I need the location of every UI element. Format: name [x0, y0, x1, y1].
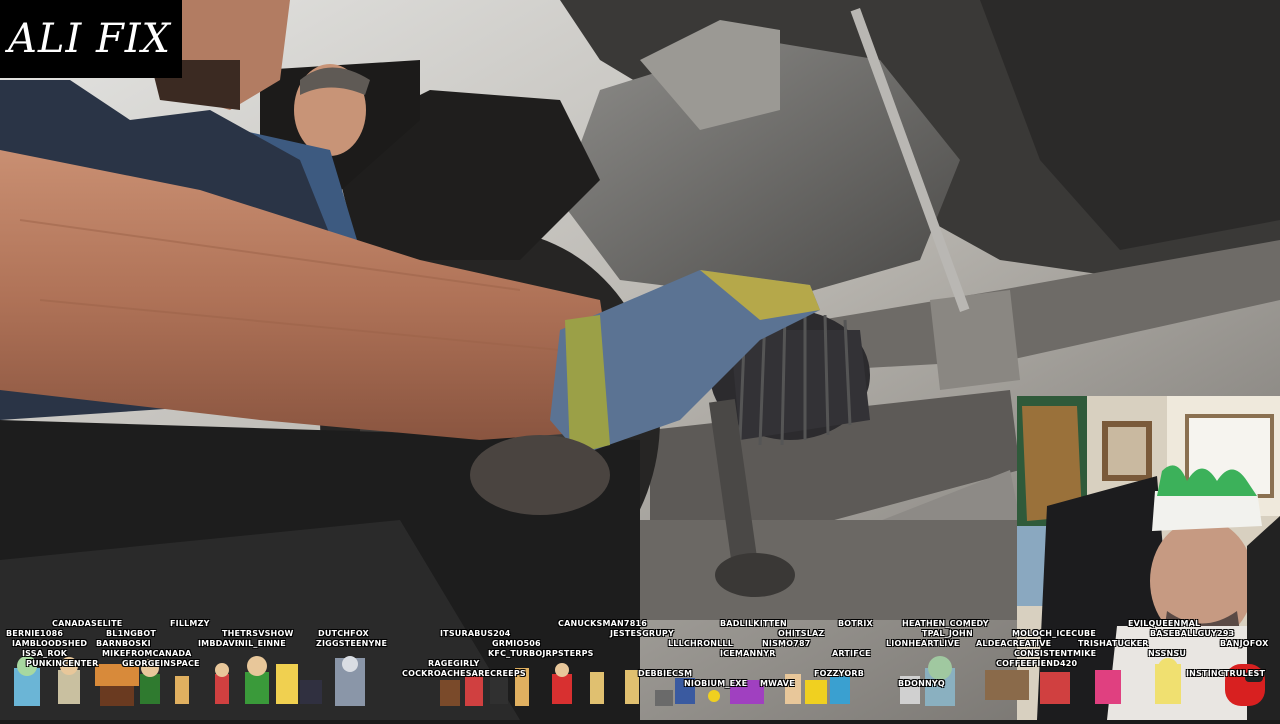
- chat-username: KFC_TURBOJRPSTERPS: [488, 649, 594, 658]
- chat-username: BOTRIX: [838, 619, 873, 628]
- chat-username: BADLILKITTEN: [720, 619, 787, 628]
- chat-username: DEBBIECSM: [638, 669, 693, 678]
- chat-username: ISSA_ROK: [22, 649, 68, 658]
- chat-username: FILLMZY: [170, 619, 210, 628]
- chat-username: EVILQUEENMAL: [1128, 619, 1201, 628]
- chat-username: HEATHEN_COMEDY: [902, 619, 989, 628]
- chat-username: TRISHATUCKER: [1078, 639, 1149, 648]
- channel-logo-box: ALI FIX: [0, 0, 182, 78]
- chat-username: COCKROACHESARECREEPS: [402, 669, 526, 678]
- chat-username: GRMIO506: [492, 639, 541, 648]
- chat-username: TPAL_JOHN: [922, 629, 973, 638]
- chat-username: NIOBIUM_EXE: [684, 679, 748, 688]
- chat-username: RAGEGIRLY: [428, 659, 480, 668]
- chat-username: THETRSVSHOW: [222, 629, 294, 638]
- chat-username: LIONHEARTLIVE: [886, 639, 960, 648]
- chat-username: BERNIE1086: [6, 629, 64, 638]
- chat-username: COFFEEFIEND420: [996, 659, 1078, 668]
- chat-username: LLLCHRONLLL: [668, 639, 734, 648]
- chat-username: ICEMANNYR: [720, 649, 776, 658]
- chat-username: BASEBALLGUY293: [1150, 629, 1235, 638]
- chat-username: ARTIFCE: [832, 649, 871, 658]
- chat-username: CANADASELITE: [52, 619, 123, 628]
- chat-username: IMBDAVE: [198, 639, 241, 648]
- chat-username: ITSURABUS204: [440, 629, 511, 638]
- chat-username: MWAVE: [760, 679, 795, 688]
- chat-username: MIKEFROMCANADA: [102, 649, 192, 658]
- chat-username: NIL_EINNE: [238, 639, 286, 648]
- chat-username: PUNKINCENTER: [26, 659, 99, 668]
- chat-username: BARNBOSKI: [96, 639, 151, 648]
- chat-username: MOLOCH_ICECUBE: [1012, 629, 1096, 638]
- chat-username: NISMO787: [762, 639, 811, 648]
- chat-username: GEORGEINSPACE: [122, 659, 200, 668]
- chat-username: DUTCHFOX: [318, 629, 369, 638]
- chat-username: JESTESGRUPY: [610, 629, 674, 638]
- channel-logo-text: ALI FIX: [8, 16, 171, 62]
- chat-username: BANJOFOX: [1220, 639, 1269, 648]
- chat-username: CONSISTENTMIKE: [1014, 649, 1097, 658]
- chat-username: BDONNYQ: [898, 679, 945, 688]
- chat-username: ZIGGSTEENYNE: [316, 639, 388, 648]
- chat-username: BL1NGBOT: [106, 629, 156, 638]
- chat-username: NSSNSU: [1148, 649, 1187, 658]
- chat-username: INSTINCTRULEST: [1186, 669, 1266, 678]
- chat-username: ALDEACREATIVE: [976, 639, 1052, 648]
- chat-username: CANUCKSMAN7816: [558, 619, 647, 628]
- chat-username: FOZZYORB: [814, 669, 865, 678]
- chat-username: OHITSLAZ: [778, 629, 825, 638]
- chat-usernames-overlay: CANADASELITE FILLMZY BERNIE1086 BL1NGBOT…: [0, 612, 1280, 720]
- chat-username: IAMBLOODSHED: [12, 639, 88, 648]
